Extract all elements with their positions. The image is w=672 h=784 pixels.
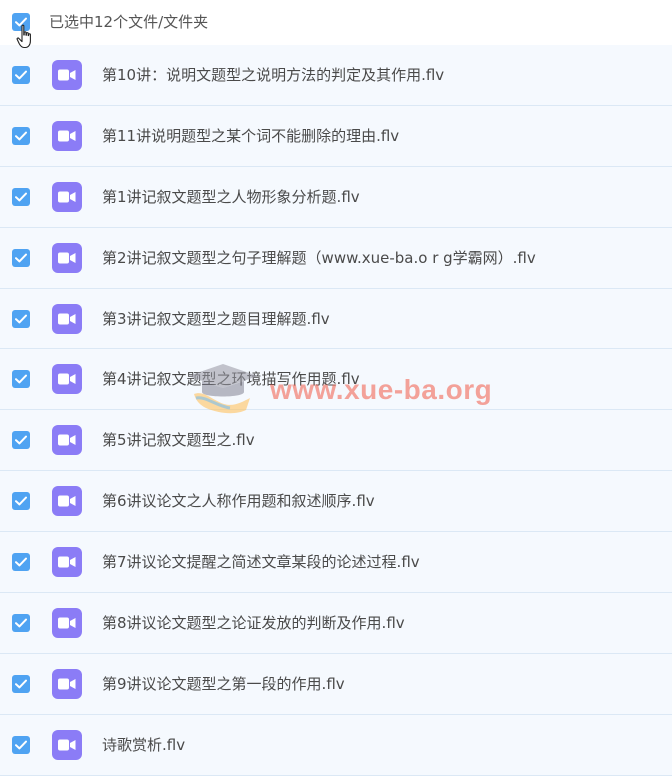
check-icon bbox=[15, 70, 27, 80]
video-camera-glyph bbox=[58, 617, 76, 629]
video-camera-glyph bbox=[58, 739, 76, 751]
video-icon bbox=[52, 364, 82, 395]
check-icon bbox=[15, 253, 27, 263]
file-row[interactable]: 第8讲议论文题型之论证发放的判断及作用.flv bbox=[0, 593, 672, 654]
file-name[interactable]: 第2讲记叙文题型之句子理解题（www.xue-ba.o r g学霸网）.flv bbox=[102, 247, 536, 269]
file-checkbox[interactable] bbox=[12, 492, 30, 511]
file-name[interactable]: 诗歌赏析.flv bbox=[102, 734, 185, 756]
video-camera-glyph bbox=[58, 130, 76, 142]
video-icon bbox=[52, 425, 82, 456]
file-selection-panel: 已选中12个文件/文件夹 第10讲：说明文题型之说明方法的判定及其作用.flv 第… bbox=[0, 0, 672, 784]
file-row[interactable]: 第10讲：说明文题型之说明方法的判定及其作用.flv bbox=[0, 45, 672, 106]
file-checkbox[interactable] bbox=[12, 187, 30, 206]
file-checkbox[interactable] bbox=[12, 735, 30, 754]
check-icon bbox=[15, 557, 27, 567]
video-icon bbox=[52, 242, 82, 273]
video-icon bbox=[52, 547, 82, 578]
video-camera-glyph bbox=[58, 495, 76, 507]
file-name[interactable]: 第8讲议论文题型之论证发放的判断及作用.flv bbox=[102, 612, 405, 634]
file-checkbox[interactable] bbox=[12, 370, 30, 389]
video-icon bbox=[52, 303, 82, 334]
check-icon bbox=[15, 131, 27, 141]
file-row[interactable]: 第9讲议论文题型之第一段的作用.flv bbox=[0, 653, 672, 715]
video-camera-glyph bbox=[58, 69, 76, 81]
file-row[interactable]: 第7讲议论文提醒之简述文章某段的论述过程.flv bbox=[0, 532, 672, 594]
video-icon bbox=[52, 120, 82, 151]
file-list: 第10讲：说明文题型之说明方法的判定及其作用.flv 第11讲说明题型之某个词不能… bbox=[0, 45, 672, 776]
file-row[interactable]: 第6讲议论文之人称作用题和叙述顺序.flv bbox=[0, 471, 672, 533]
video-camera-glyph bbox=[58, 434, 76, 446]
file-checkbox[interactable] bbox=[12, 614, 30, 633]
check-icon bbox=[15, 375, 27, 384]
video-icon bbox=[52, 486, 82, 517]
file-name[interactable]: 第1讲记叙文题型之人物形象分析题.flv bbox=[102, 186, 360, 208]
file-row[interactable]: 诗歌赏析.flv bbox=[0, 714, 672, 776]
file-checkbox[interactable] bbox=[12, 126, 30, 145]
file-checkbox[interactable] bbox=[12, 431, 30, 450]
check-icon bbox=[15, 496, 27, 506]
check-icon bbox=[15, 618, 27, 628]
video-camera-glyph bbox=[58, 252, 76, 264]
file-name[interactable]: 第11讲说明题型之某个词不能删除的理由.flv bbox=[102, 125, 399, 147]
file-name[interactable]: 第10讲：说明文题型之说明方法的判定及其作用.flv bbox=[102, 64, 444, 86]
file-row[interactable]: 第3讲记叙文题型之题目理解题.flv bbox=[0, 288, 672, 350]
video-camera-glyph bbox=[58, 556, 76, 568]
video-camera-glyph bbox=[58, 313, 76, 325]
check-icon bbox=[15, 435, 27, 445]
video-camera-glyph bbox=[58, 678, 76, 690]
file-row[interactable]: 第1讲记叙文题型之人物形象分析题.flv bbox=[0, 166, 672, 228]
check-icon bbox=[15, 679, 27, 689]
file-name[interactable]: 第6讲议论文之人称作用题和叙述顺序.flv bbox=[102, 490, 375, 512]
video-icon bbox=[52, 668, 82, 699]
file-row[interactable]: 第5讲记叙文题型之.flv bbox=[0, 410, 672, 472]
video-icon bbox=[52, 729, 82, 760]
check-icon bbox=[15, 740, 27, 750]
video-icon bbox=[52, 60, 82, 90]
video-icon bbox=[52, 608, 82, 639]
video-icon bbox=[52, 181, 82, 212]
selection-header: 已选中12个文件/文件夹 bbox=[0, 0, 672, 46]
file-checkbox[interactable] bbox=[12, 66, 30, 84]
file-name[interactable]: 第5讲记叙文题型之.flv bbox=[102, 429, 255, 451]
file-checkbox[interactable] bbox=[12, 248, 30, 267]
file-name[interactable]: 第4讲记叙文题型之环境描写作用题.flv bbox=[102, 368, 360, 390]
file-name[interactable]: 第3讲记叙文题型之题目理解题.flv bbox=[102, 308, 330, 330]
video-camera-glyph bbox=[58, 191, 76, 203]
file-checkbox[interactable] bbox=[12, 674, 30, 693]
file-row[interactable]: 第4讲记叙文题型之环境描写作用题.flv bbox=[0, 349, 672, 411]
file-name[interactable]: 第7讲议论文提醒之简述文章某段的论述过程.flv bbox=[102, 551, 420, 573]
file-row[interactable]: 第11讲说明题型之某个词不能删除的理由.flv bbox=[0, 105, 672, 167]
check-icon bbox=[15, 192, 27, 202]
selection-count-label: 已选中12个文件/文件夹 bbox=[49, 13, 209, 31]
hand-cursor-icon bbox=[16, 24, 31, 49]
check-icon bbox=[15, 314, 27, 323]
file-checkbox[interactable] bbox=[12, 309, 30, 328]
video-camera-glyph bbox=[58, 373, 76, 385]
file-name[interactable]: 第9讲议论文题型之第一段的作用.flv bbox=[102, 673, 345, 695]
file-row[interactable]: 第2讲记叙文题型之句子理解题（www.xue-ba.o r g学霸网）.flv bbox=[0, 227, 672, 289]
file-checkbox[interactable] bbox=[12, 553, 30, 572]
